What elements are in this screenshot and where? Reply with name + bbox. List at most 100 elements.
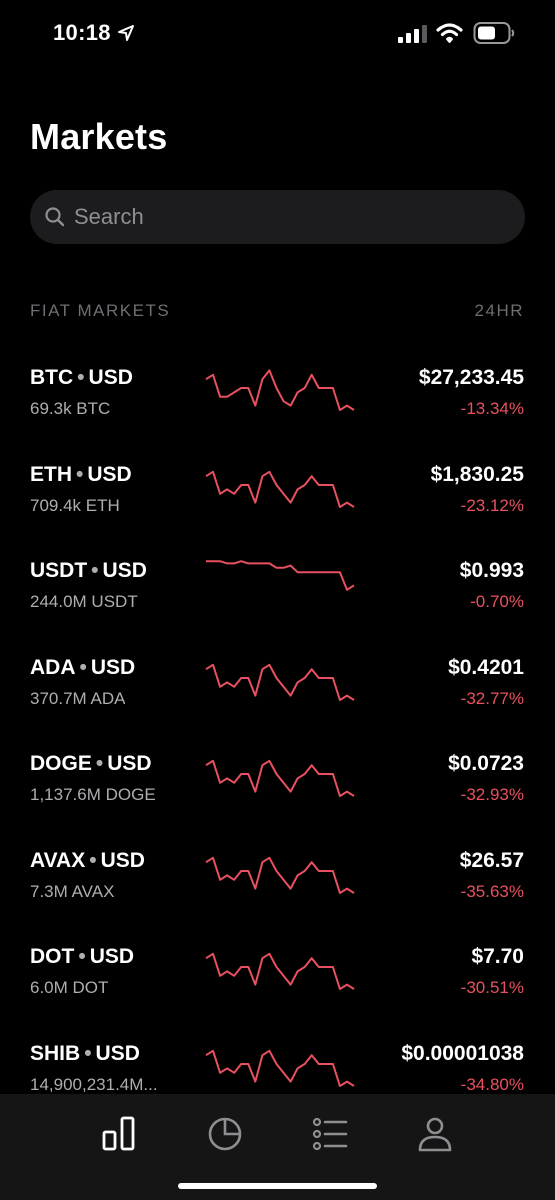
market-volume: 7.3M AVAX <box>30 881 115 901</box>
base-asset: BTC <box>30 366 74 389</box>
market-price: $0.0723 <box>448 752 524 775</box>
home-indicator[interactable] <box>178 1183 377 1189</box>
market-row[interactable]: ETH • USD 709.4k ETH $1,830.25 -23.12% <box>0 443 555 540</box>
quote-asset: USD <box>95 1041 140 1065</box>
pair-separator: • <box>78 945 86 968</box>
market-row[interactable]: DOT • USD 6.0M DOT $7.70 -30.51% <box>0 925 555 1022</box>
market-volume: 709.4k ETH <box>30 495 120 515</box>
price-sparkline <box>205 856 355 894</box>
sparkline-path <box>205 369 355 411</box>
market-volume: 370.7M ADA <box>30 688 126 708</box>
wifi-icon <box>436 23 463 43</box>
market-price: $0.4201 <box>448 655 524 679</box>
bar-chart-icon <box>102 1116 135 1151</box>
base-asset: USDT <box>30 559 88 582</box>
status-bar: 10:18 <box>0 0 555 70</box>
search-input[interactable] <box>74 190 504 244</box>
market-volume: 14,900,231.4M... <box>30 1074 158 1093</box>
pair-separator: • <box>84 1041 92 1065</box>
base-asset: ADA <box>30 655 76 679</box>
price-sparkline <box>205 1049 355 1087</box>
base-asset: SHIB <box>30 1041 81 1065</box>
quote-asset: USD <box>102 559 147 582</box>
market-row[interactable]: USDT • USD 244.0M USDT $0.993 -0.70% <box>0 539 555 636</box>
market-pair: AVAX • USD <box>30 849 145 873</box>
sparkline-path <box>205 952 355 990</box>
base-asset: DOT <box>30 945 75 968</box>
quote-asset: USD <box>100 848 145 872</box>
cellular-signal-icon <box>398 25 427 43</box>
tab-markets[interactable] <box>100 1114 140 1154</box>
quote-asset: USD <box>90 655 136 679</box>
base-asset: DOGE <box>30 752 92 775</box>
sparkline-path <box>205 663 355 701</box>
base-asset: ETH <box>30 462 72 486</box>
tab-account[interactable] <box>415 1114 455 1154</box>
price-sparkline <box>205 952 355 990</box>
quote-asset: USD <box>107 752 152 775</box>
market-change: -13.34% <box>460 399 524 418</box>
market-price: $1,830.25 <box>430 462 524 486</box>
market-pair: DOGE • USD <box>30 752 152 776</box>
tab-portfolio[interactable] <box>205 1114 245 1154</box>
sparkline-path <box>205 1049 355 1087</box>
market-change: -32.93% <box>460 785 524 804</box>
price-sparkline <box>205 759 355 797</box>
location-arrow-icon <box>118 25 134 41</box>
market-row[interactable]: AVAX • USD 7.3M AVAX $26.57 -35.63% <box>0 829 555 926</box>
market-change: -23.12% <box>460 495 524 515</box>
price-sparkline <box>205 369 355 411</box>
market-price: $0.993 <box>459 559 524 582</box>
quote-asset: USD <box>89 945 135 968</box>
market-volume: 69.3k BTC <box>30 399 111 418</box>
sparkline-path <box>206 560 355 591</box>
market-list: BTC • USD 69.3k BTC $27,233.45 -13.34% ETH • USD… <box>0 346 555 1092</box>
market-volume: 244.0M USDT <box>30 592 138 611</box>
market-row[interactable]: BTC • USD 69.3k BTC $27,233.45 -13.34% <box>0 346 555 443</box>
tab-orders[interactable] <box>310 1114 350 1154</box>
pair-separator: • <box>76 462 84 486</box>
profile-icon <box>418 1117 452 1152</box>
market-change: -35.63% <box>460 881 524 901</box>
market-price: $7.70 <box>471 945 524 968</box>
market-change: -0.70% <box>470 592 524 611</box>
sparkline-path <box>205 759 355 797</box>
price-sparkline <box>206 560 355 591</box>
pair-separator: • <box>95 752 104 775</box>
pair-separator: • <box>77 366 85 389</box>
price-sparkline <box>205 470 355 508</box>
search-bar[interactable] <box>30 190 525 244</box>
market-row[interactable]: SHIB • USD 14,900,231.4M... $0.00001038 -34.8… <box>0 1022 555 1093</box>
base-asset: AVAX <box>30 848 86 872</box>
price-sparkline <box>205 663 355 701</box>
period-label[interactable]: 24HR <box>475 301 524 321</box>
page-title: Markets <box>30 116 168 157</box>
pair-separator: • <box>79 655 87 679</box>
market-price: $27,233.45 <box>418 366 524 389</box>
market-row[interactable]: DOGE • USD 1,137.6M DOGE $0.0723 -32.93% <box>0 732 555 829</box>
market-pair: BTC • USD <box>30 366 133 390</box>
pair-separator: • <box>91 559 99 582</box>
quote-asset: USD <box>88 366 133 389</box>
market-price: $26.57 <box>459 848 524 872</box>
sparkline-path <box>205 856 355 894</box>
market-change: -32.77% <box>460 688 524 708</box>
market-pair: DOT • USD <box>30 945 134 969</box>
sparkline-path <box>205 470 355 508</box>
battery-icon <box>473 22 515 44</box>
search-icon <box>45 207 65 227</box>
status-time: 10:18 <box>53 20 111 45</box>
section-label: FIAT MARKETS <box>30 301 171 320</box>
market-pair: USDT • USD <box>30 559 147 583</box>
list-icon <box>312 1117 348 1151</box>
quote-asset: USD <box>87 462 132 486</box>
market-change: -34.80% <box>460 1074 524 1093</box>
market-pair: ADA • USD <box>30 656 135 680</box>
market-change: -30.51% <box>460 978 524 997</box>
market-volume: 1,137.6M DOGE <box>30 785 156 804</box>
pie-chart-icon <box>208 1117 242 1151</box>
market-volume: 6.0M DOT <box>30 978 109 997</box>
market-row[interactable]: ADA • USD 370.7M ADA $0.4201 -32.77% <box>0 636 555 733</box>
market-pair: SHIB • USD <box>30 1042 140 1066</box>
market-pair: ETH • USD <box>30 463 132 487</box>
